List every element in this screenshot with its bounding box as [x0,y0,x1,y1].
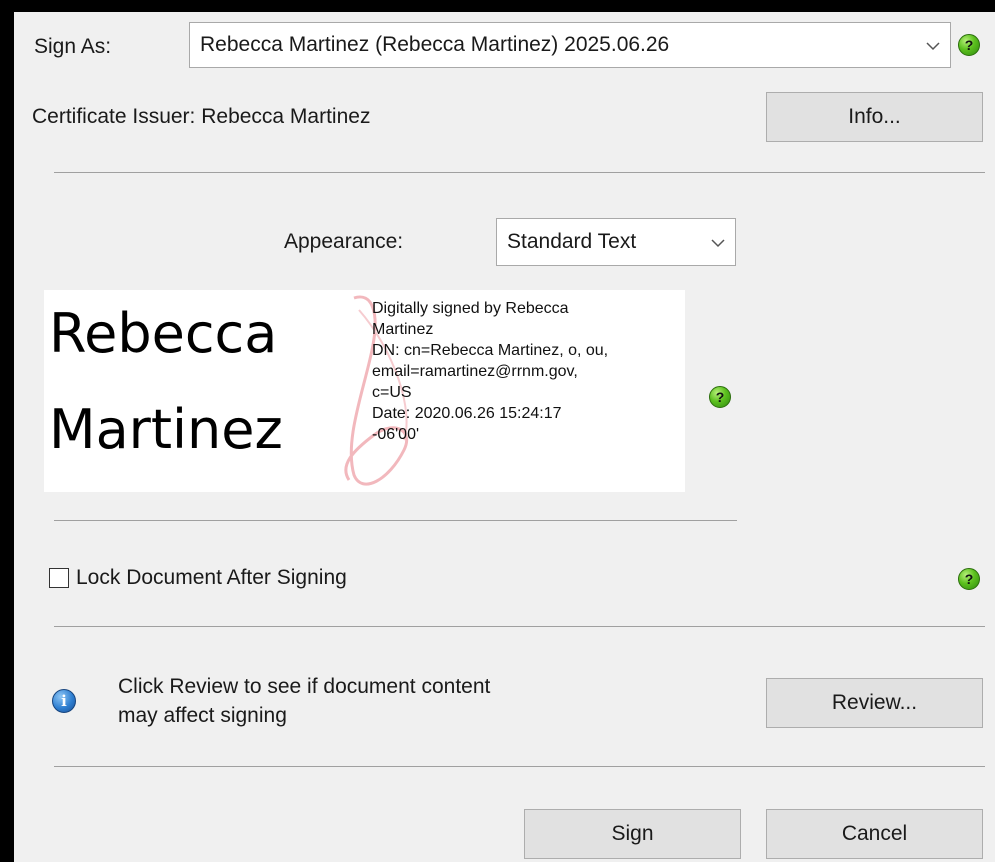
sign-as-value: Rebecca Martinez (Rebecca Martinez) 2025… [200,33,670,56]
review-button[interactable]: Review... [766,678,983,728]
appearance-value: Standard Text [507,230,637,253]
appearance-help-icon[interactable]: ? [709,386,731,408]
review-message-line2: may affect signing [118,704,287,727]
lock-document-checkbox[interactable] [49,568,69,588]
signature-preview: Rebecca Martinez Digitally signed by Reb… [44,290,685,492]
separator [54,520,737,521]
signature-name-line2: Martinez [49,398,283,461]
signature-detail-line: Date: 2020.06.26 15:24:17 [372,405,562,422]
signature-details: Digitally signed by Rebecca Martinez DN:… [372,298,608,445]
signature-detail-line: DN: cn=Rebecca Martinez, o, ou, [372,342,609,359]
appearance-dropdown[interactable]: Standard Text [496,218,736,266]
chevron-down-icon [926,33,940,57]
chevron-down-icon [711,230,725,254]
info-icon: i [52,689,76,713]
lock-document-label[interactable]: Lock Document After Signing [76,565,347,591]
sign-as-dropdown[interactable]: Rebecca Martinez (Rebecca Martinez) 2025… [189,22,951,68]
signature-name-line1: Rebecca [49,302,278,365]
separator [54,626,985,627]
certificate-issuer-text: Certificate Issuer: Rebecca Martinez [32,105,371,128]
cancel-button[interactable]: Cancel [766,809,983,859]
separator [54,172,985,173]
review-message-line1: Click Review to see if document content [118,675,491,698]
signature-detail-line: c=US [372,384,412,401]
separator [54,766,985,767]
signature-detail-line: -06'00' [372,426,420,443]
signature-detail-line: email=ramartinez@rrnm.gov, [372,363,578,380]
signature-detail-line: Digitally signed by Rebecca [372,300,569,317]
sign-as-label: Sign As: [34,35,112,58]
lock-help-icon[interactable]: ? [958,568,980,590]
sign-button[interactable]: Sign [524,809,741,859]
sign-document-dialog: Sign As: Rebecca Martinez (Rebecca Marti… [14,12,995,862]
sign-as-help-icon[interactable]: ? [958,34,980,56]
signature-detail-line: Martinez [372,321,434,338]
info-button[interactable]: Info... [766,92,983,142]
appearance-label: Appearance: [284,230,404,253]
